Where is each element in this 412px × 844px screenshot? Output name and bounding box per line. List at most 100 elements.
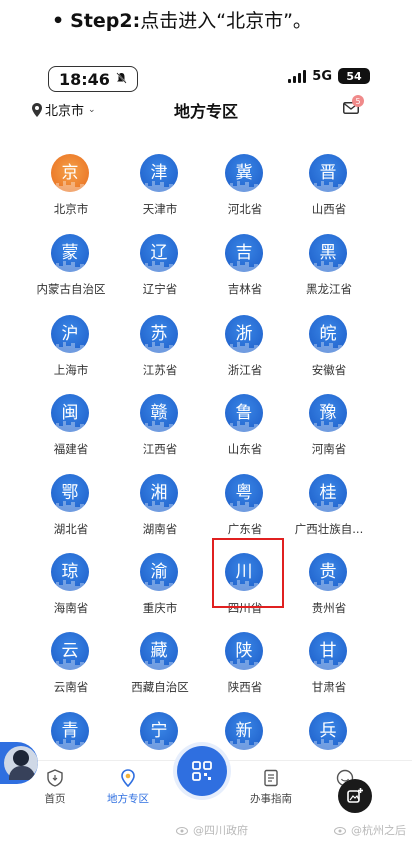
add-photo-button[interactable] bbox=[338, 779, 372, 813]
region-emblem-icon: 皖 bbox=[309, 315, 347, 353]
region-emblem-glyph: 沪 bbox=[61, 323, 79, 344]
region-emblem-glyph: 赣 bbox=[150, 402, 168, 423]
region-emblem-glyph: 蒙 bbox=[61, 242, 79, 263]
region-emblem-icon: 粤 bbox=[225, 474, 263, 512]
signal-icon bbox=[288, 69, 307, 83]
region-label: 安徽省 bbox=[311, 363, 347, 377]
region-label: 内蒙古自治区 bbox=[36, 282, 106, 296]
region-emblem-icon: 辽 bbox=[140, 234, 178, 272]
region-item[interactable]: 京北京市 bbox=[21, 154, 121, 232]
app-header: 北京市 ⌄ 地方专区 5 bbox=[0, 95, 412, 124]
region-emblem-glyph: 辽 bbox=[150, 242, 168, 263]
nav-guide[interactable]: 办事指南 bbox=[236, 769, 306, 806]
region-emblem-glyph: 豫 bbox=[319, 402, 337, 423]
region-emblem-glyph: 陕 bbox=[235, 640, 253, 661]
region-emblem-icon: 云 bbox=[51, 632, 89, 670]
region-emblem-icon: 桂 bbox=[309, 474, 347, 512]
nav-regions[interactable]: 地方专区 bbox=[93, 769, 163, 806]
network-type: 5G bbox=[312, 68, 332, 84]
region-item[interactable]: 甘甘肃省 bbox=[279, 632, 379, 710]
weibo-icon bbox=[176, 827, 188, 835]
region-emblem-glyph: 粤 bbox=[235, 482, 253, 503]
region-emblem-glyph: 黑 bbox=[319, 242, 337, 263]
region-emblem-icon: 赣 bbox=[140, 394, 178, 432]
region-emblem-icon: 豫 bbox=[309, 394, 347, 432]
region-label: 山西省 bbox=[311, 202, 347, 216]
region-emblem-icon: 鲁 bbox=[225, 394, 263, 432]
region-emblem-glyph: 闽 bbox=[61, 402, 79, 423]
region-emblem-glyph: 鲁 bbox=[235, 402, 253, 423]
region-emblem-glyph: 京 bbox=[61, 162, 79, 183]
watermark-left: @四川政府 bbox=[176, 822, 248, 838]
battery-indicator: 54 bbox=[338, 68, 370, 84]
caption-bullet: • bbox=[52, 10, 65, 32]
region-emblem-icon: 青 bbox=[51, 712, 89, 750]
region-emblem-glyph: 桂 bbox=[319, 482, 337, 503]
region-emblem-glyph: 新 bbox=[235, 720, 253, 741]
status-bar: 18:46 5G 54 bbox=[0, 60, 412, 96]
region-emblem-icon: 津 bbox=[140, 154, 178, 192]
region-emblem-icon: 苏 bbox=[140, 315, 178, 353]
region-emblem-icon: 甘 bbox=[309, 632, 347, 670]
region-emblem-glyph: 宁 bbox=[150, 720, 168, 741]
region-item[interactable]: 贵贵州省 bbox=[279, 553, 379, 631]
region-item[interactable]: 豫河南省 bbox=[279, 394, 379, 472]
region-emblem-icon: 藏 bbox=[140, 632, 178, 670]
region-emblem-icon: 蒙 bbox=[51, 234, 89, 272]
region-emblem-icon: 琼 bbox=[51, 553, 89, 591]
region-label: 湖北省 bbox=[53, 522, 89, 536]
region-emblem-glyph: 冀 bbox=[235, 162, 253, 183]
scan-icon bbox=[192, 761, 212, 781]
region-item[interactable]: 皖安徽省 bbox=[279, 315, 379, 393]
status-time: 18:46 bbox=[59, 69, 110, 89]
document-icon bbox=[264, 769, 278, 787]
region-emblem-glyph: 甘 bbox=[319, 640, 337, 661]
region-emblem-glyph: 浙 bbox=[235, 323, 253, 344]
mail-count-badge: 5 bbox=[352, 95, 364, 107]
region-label: 黑龙江省 bbox=[306, 282, 352, 296]
region-label: 上海市 bbox=[53, 363, 89, 377]
region-emblem-glyph: 琼 bbox=[61, 561, 79, 582]
scan-button[interactable] bbox=[177, 746, 227, 796]
region-item[interactable]: 沪上海市 bbox=[21, 315, 121, 393]
region-emblem-glyph: 苏 bbox=[150, 323, 168, 344]
region-emblem-icon: 吉 bbox=[225, 234, 263, 272]
region-emblem-glyph: 鄂 bbox=[61, 482, 79, 503]
region-emblem-icon: 黑 bbox=[309, 234, 347, 272]
region-emblem-icon: 冀 bbox=[225, 154, 263, 192]
region-emblem-glyph: 皖 bbox=[319, 323, 337, 344]
region-item[interactable]: 云云南省 bbox=[21, 632, 121, 710]
region-label: 甘肃省 bbox=[311, 680, 347, 694]
region-emblem-icon: 湘 bbox=[140, 474, 178, 512]
nav-guide-label: 办事指南 bbox=[250, 793, 292, 805]
region-label: 福建省 bbox=[53, 442, 89, 456]
region-item[interactable]: 鄂湖北省 bbox=[21, 474, 121, 552]
region-item[interactable]: 桂广西壮族自... bbox=[279, 474, 379, 552]
caption-step: Step2: bbox=[70, 10, 141, 32]
region-item[interactable]: 琼海南省 bbox=[21, 553, 121, 631]
status-indicators: 5G 54 bbox=[288, 68, 370, 84]
region-emblem-icon: 兵 bbox=[309, 712, 347, 750]
region-emblem-icon: 闽 bbox=[51, 394, 89, 432]
nav-regions-label: 地方专区 bbox=[107, 793, 149, 805]
region-label: 贵州省 bbox=[311, 601, 347, 615]
region-emblem-glyph: 川 bbox=[235, 561, 253, 582]
region-emblem-glyph: 渝 bbox=[150, 561, 168, 582]
region-item[interactable]: 黑黑龙江省 bbox=[279, 234, 379, 312]
nav-home-label: 首页 bbox=[44, 793, 66, 805]
region-grid: 京北京市津天津市冀河北省晋山西省蒙内蒙古自治区辽辽宁省吉吉林省黑黑龙江省沪上海市… bbox=[0, 0, 412, 844]
region-emblem-glyph: 贵 bbox=[319, 561, 337, 582]
shield-icon bbox=[47, 769, 63, 787]
region-item[interactable]: 晋山西省 bbox=[279, 154, 379, 232]
region-emblem-icon: 陕 bbox=[225, 632, 263, 670]
caption-text: 点击进入“北京市”。 bbox=[140, 10, 312, 32]
region-item[interactable]: 蒙内蒙古自治区 bbox=[21, 234, 121, 312]
region-item[interactable]: 闽福建省 bbox=[21, 394, 121, 472]
instruction-caption: • Step2:点击进入“北京市”。 bbox=[52, 6, 312, 33]
region-emblem-icon: 浙 bbox=[225, 315, 263, 353]
region-label: 河南省 bbox=[311, 442, 347, 456]
region-emblem-glyph: 津 bbox=[150, 162, 168, 183]
assistant-avatar[interactable] bbox=[0, 742, 38, 784]
location-pin-icon bbox=[121, 769, 135, 787]
region-emblem-glyph: 青 bbox=[61, 720, 79, 741]
